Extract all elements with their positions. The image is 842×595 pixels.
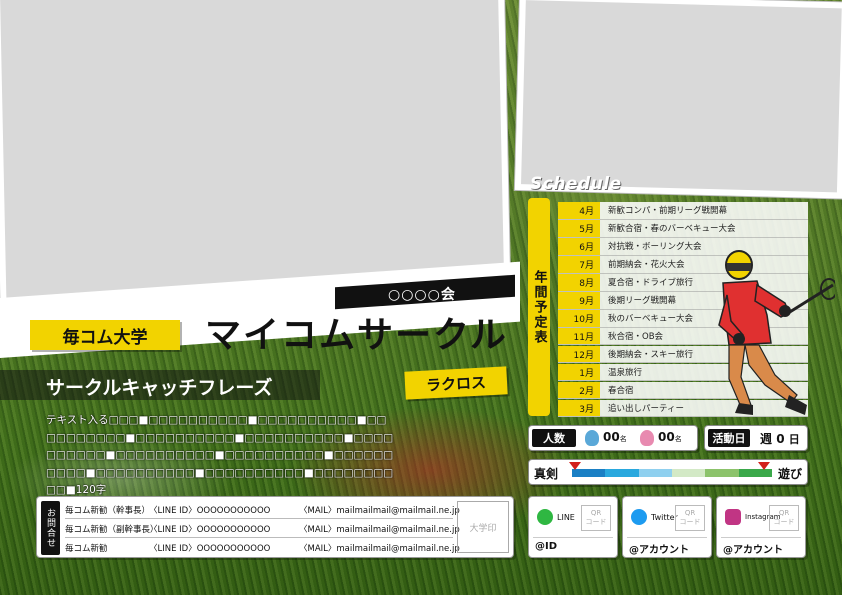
- body-text: テキスト入る□□□■□□□□□□□□□□■□□□□□□□□□□■□□□□□□□□…: [46, 414, 394, 496]
- contact-divider: [65, 537, 453, 538]
- line-icon: [537, 509, 553, 525]
- twitter-icon: [631, 509, 647, 525]
- lacrosse-player-illustration: [718, 250, 835, 415]
- scale-marker-left: [569, 462, 581, 470]
- circle-name: マイコムサークル: [205, 315, 508, 356]
- female-member-icon: [640, 430, 654, 446]
- schedule-month: 10月: [558, 309, 600, 327]
- schedule-month: 5月: [558, 219, 600, 237]
- schedule-event: 夏合宿・ドライブ旅行: [608, 278, 694, 289]
- qr-code-placeholder: QR コード: [675, 505, 705, 531]
- schedule-event: 新歓コンパ・前期リーグ戦開幕: [608, 206, 728, 217]
- schedule-month: 1月: [558, 363, 600, 381]
- schedule-event: 秋のバーベキュー大会: [608, 314, 694, 325]
- schedule-month: 12月: [558, 345, 600, 363]
- contact-row: 毎コム新勧 〈LINE ID〉OOOOOOOOOOO 〈MAIL〉mailmailm…: [65, 544, 460, 554]
- schedule-month: 11月: [558, 327, 600, 345]
- schedule-month: 2月: [558, 381, 600, 399]
- schedule-month: 6月: [558, 237, 600, 255]
- schedule-event: 新歓合宿・春のバーベキュー大会: [608, 224, 736, 235]
- activity-days: 週 0 日: [760, 432, 800, 446]
- qr-code-placeholder: QR コード: [769, 505, 799, 531]
- contact-divider: [65, 518, 453, 519]
- male-member-icon: [585, 430, 599, 446]
- contact-row: 毎コム新勧（幹事長）〈LINE ID〉OOOOOOOOOOO 〈MAIL〉mail…: [65, 506, 460, 516]
- flyer: ○○○○会 毎コム大学 マイコムサークル サークルキャッチフレーズ ラクロス テ…: [0, 0, 842, 595]
- seriousness-scale: [572, 469, 772, 477]
- instagram-icon: [725, 509, 741, 525]
- qr-code-placeholder: QR コード: [581, 505, 611, 531]
- schedule-event: 対抗戦・ボーリング大会: [608, 242, 702, 253]
- schedule-month: 3月: [558, 399, 600, 417]
- schedule-event: 秋合宿・OB会: [608, 332, 664, 343]
- scale-right-label: 遊び: [778, 467, 803, 481]
- schedule-event: 後期納会・スキー旅行: [608, 350, 694, 361]
- photo-placeholder-right: [514, 0, 842, 199]
- scale-left-label: 真剣: [534, 467, 559, 481]
- male-member-count: 00名: [603, 430, 627, 444]
- sns-account: @アカウント: [629, 545, 689, 556]
- university-name: 毎コム大学: [30, 320, 180, 350]
- catch-phrase: サークルキャッチフレーズ: [46, 377, 273, 399]
- female-member-count: 00名: [658, 430, 682, 444]
- schedule-row: 5月 新歓合宿・春のバーベキュー大会: [558, 219, 808, 238]
- circle-kai: ○○○○会: [388, 287, 456, 303]
- sns-twitter: Twitter QR コード @アカウント: [622, 496, 712, 558]
- schedule-month: 9月: [558, 291, 600, 309]
- contact-box: お問合せ 毎コム新勧（幹事長）〈LINE ID〉OOOOOOOOOOO 〈MAIL…: [36, 496, 514, 558]
- schedule-event: 温泉旅行: [608, 368, 643, 379]
- sns-account: @アカウント: [723, 545, 783, 556]
- schedule-month: 7月: [558, 255, 600, 273]
- schedule-event: 前期納会・花火大会: [608, 260, 685, 271]
- schedule-event: 後期リーグ戦開幕: [608, 296, 677, 307]
- sns-account: @ID: [535, 541, 558, 552]
- schedule-month: 4月: [558, 202, 600, 219]
- contact-row: 毎コム新勧（副幹事長）〈LINE ID〉OOOOOOOOOOO 〈MAIL〉mai…: [65, 525, 460, 535]
- activity-label: 活動日: [708, 429, 750, 447]
- schedule-month: 8月: [558, 273, 600, 291]
- photo-placeholder-left: [0, 0, 511, 306]
- sns-line: LINE QR コード @ID: [528, 496, 618, 558]
- sport-badge: ラクロス: [404, 366, 508, 400]
- schedule-vertical-label: 年間予定表: [528, 198, 550, 416]
- schedule-event: 春合宿: [608, 386, 634, 397]
- members-label: 人数: [532, 429, 576, 447]
- sns-instagram: Instagram QR コード @アカウント: [716, 496, 806, 558]
- scale-marker-right: [758, 462, 770, 470]
- schedule-event: 追い出しパーティー: [608, 404, 684, 415]
- university-seal-placeholder: 大学印: [457, 501, 509, 553]
- schedule-row: 4月 新歓コンパ・前期リーグ戦開幕: [558, 202, 808, 220]
- contact-label: お問合せ: [41, 501, 60, 555]
- schedule-title: Schedule: [530, 174, 622, 194]
